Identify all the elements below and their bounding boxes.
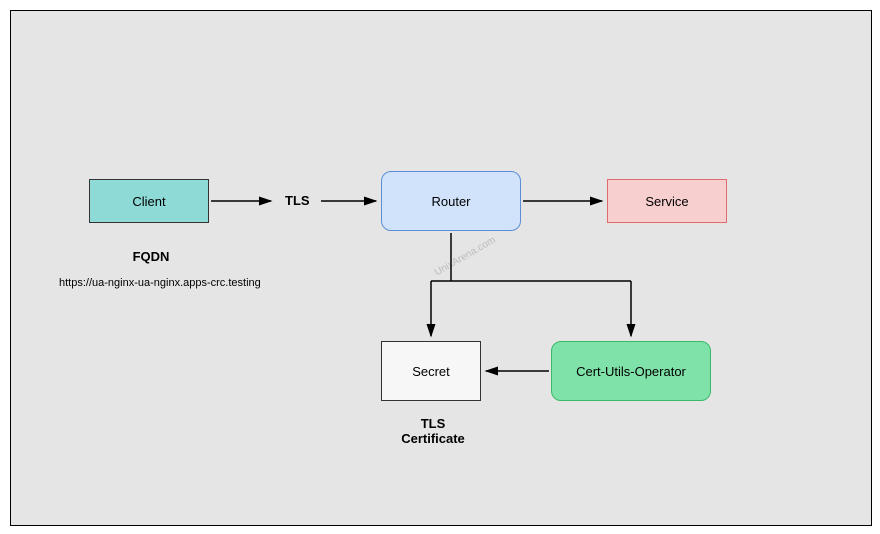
diagram-canvas: Client Router Service Secret Cert-Utils-… — [10, 10, 872, 526]
node-service-label: Service — [645, 194, 688, 209]
node-secret: Secret — [381, 341, 481, 401]
node-secret-label: Secret — [412, 364, 450, 379]
tls-cert-line2: Certificate — [401, 431, 465, 446]
watermark: UnixArena.com — [433, 235, 498, 279]
node-router: Router — [381, 171, 521, 231]
node-client-label: Client — [132, 194, 165, 209]
label-tls-certificate: TLS Certificate — [388, 416, 478, 446]
node-certop-label: Cert-Utils-Operator — [576, 364, 686, 379]
tls-cert-line1: TLS — [421, 416, 446, 431]
node-service: Service — [607, 179, 727, 223]
node-router-label: Router — [431, 194, 470, 209]
node-cert-utils-operator: Cert-Utils-Operator — [551, 341, 711, 401]
label-tls: TLS — [285, 193, 310, 208]
label-fqdn-url: https://ua-nginx-ua-nginx.apps-crc.testi… — [59, 277, 261, 289]
node-client: Client — [89, 179, 209, 223]
label-fqdn: FQDN — [111, 249, 191, 264]
